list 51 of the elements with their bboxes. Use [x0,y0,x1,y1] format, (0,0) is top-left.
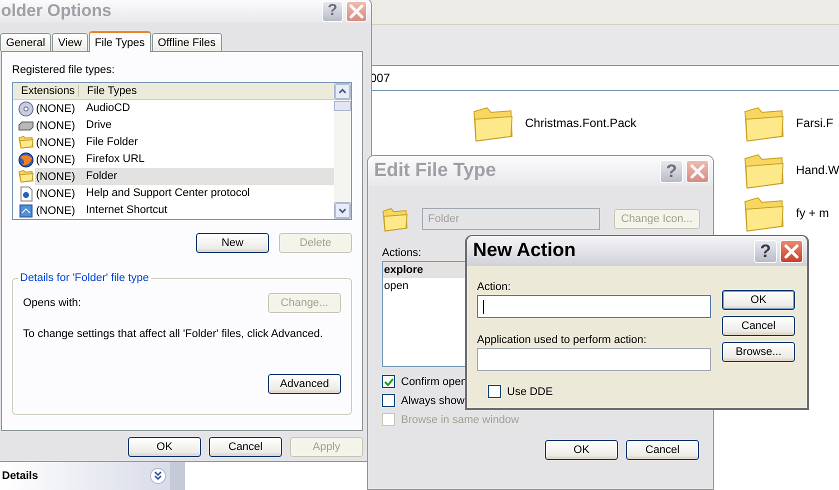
folder-name: Christmas.Font.Pack [525,116,636,130]
opens-with-label: Opens with: [23,297,82,309]
folder-item[interactable]: fy + m [744,194,830,232]
list-label: Registered file types: [12,63,116,77]
column-header[interactable]: File Types [79,85,334,97]
folder-item[interactable]: Hand.W [744,151,839,189]
checkbox[interactable] [488,385,501,398]
document-icon [18,186,34,202]
disc-icon [18,100,34,116]
list-row[interactable]: (NONE) Firefox URL [35,151,334,168]
folder-icon [18,134,34,150]
checkbox-label: Always show [401,394,465,406]
help-button[interactable]: ? [754,240,777,262]
globe-icon [18,152,34,168]
folder-item[interactable]: Farsi.F [744,104,834,142]
dialog-button[interactable]: Cancel [722,316,795,336]
folder-icon [18,168,34,184]
list-row[interactable]: (NONE) Drive [35,117,334,134]
folder-name: Farsi.F [796,116,834,130]
actions-label: Actions: [382,247,422,259]
window-title: older Options [1,1,112,21]
window-title: New Action [473,240,576,262]
dialog-button[interactable]: Browse... [722,342,795,362]
field-label: Action: [477,280,512,294]
checkbox-label: Use DDE [507,386,553,398]
folder-item[interactable]: Christmas.Font.Pack [473,104,636,142]
dialog-button[interactable]: OK [722,290,795,310]
scrollbar[interactable] [334,83,351,219]
folder-icon [382,206,408,232]
advanced-button[interactable]: Advanced [268,374,341,394]
panel-title: Details [2,470,38,482]
field-label: Application used to perform action: [477,333,648,347]
folder-name: Hand.W [796,163,839,177]
group-title: Details for 'Folder' file type [18,272,151,285]
info-text: To change settings that affect all 'Folder' files, click Advanced. [23,328,324,340]
folder-name: fy + m [796,206,830,220]
input-field[interactable] [477,295,711,318]
column-header[interactable]: Extensions [13,85,79,97]
scroll-down-arrow-icon[interactable] [334,202,351,219]
window-title: Edit File Type [374,160,496,182]
scroll-thumb[interactable] [334,101,351,111]
list-row[interactable]: (NONE) Folder [35,168,334,185]
checkbox-label: Browse in same window [401,414,519,426]
list-row[interactable]: (NONE) Internet Shortcut [35,202,334,219]
list-row[interactable]: (NONE) File Folder [35,134,334,151]
list-row[interactable]: (NONE) Help and Support Center protocol [35,185,334,202]
scroll-up-arrow-icon[interactable] [334,83,351,100]
input-field[interactable] [477,348,711,371]
expand-chevron-icon[interactable] [150,468,166,484]
close-button[interactable] [780,240,803,262]
list-row[interactable]: (NONE) AudioCD [35,100,334,117]
